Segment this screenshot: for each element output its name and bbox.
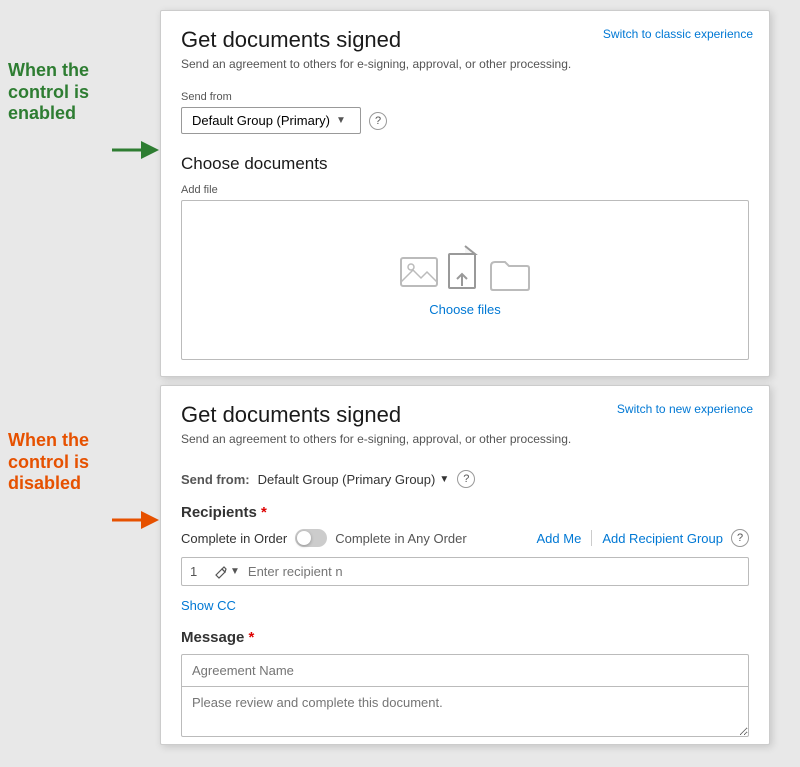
upload-icon [447,244,485,292]
agreement-name-input[interactable] [181,654,749,687]
panel-bottom: Get documents signed Send an agreement t… [160,385,770,745]
required-star-recipients: * [261,504,267,521]
add-recipient-group-link[interactable]: Add Recipient Group [602,531,723,546]
folder-icon [489,258,531,292]
complete-order-row: Complete in Order Complete in Any Order … [181,529,749,547]
send-from-row-bottom: Send from: Default Group (Primary Group)… [161,466,769,496]
recipient-type-icon[interactable]: ▼ [214,565,240,579]
separator-line [591,530,592,546]
arrow-enabled-icon [112,140,162,163]
add-file-section: Add file [161,180,769,376]
dropdown-chevron-bottom: ▼ [439,474,449,485]
send-from-dropdown-bottom[interactable]: Default Group (Primary Group) ▼ [258,472,450,487]
arrow-disabled-icon [112,510,162,533]
send-from-dropdown-top[interactable]: Default Group (Primary) ▼ [181,107,361,134]
pen-icon [214,565,228,579]
choose-documents-title: Choose documents [161,146,769,180]
panel-bottom-header: Get documents signed Send an agreement t… [161,386,769,466]
panel-top-subtitle: Send an agreement to others for e-signin… [181,57,749,71]
complete-order-label: Complete in Order [181,531,287,546]
add-me-link[interactable]: Add Me [537,531,582,546]
file-upload-icons [399,244,531,292]
image-icon [399,254,443,292]
complete-order-toggle[interactable] [295,529,327,547]
send-from-section-top: Send from Default Group (Primary) ▼ ? [161,91,769,146]
help-icon-recipients[interactable]: ? [731,529,749,547]
send-from-label-bottom: Send from: [181,472,250,487]
any-order-label: Complete in Any Order [335,531,467,546]
message-textarea[interactable] [181,687,749,737]
dropdown-chevron-top: ▼ [336,115,346,126]
add-file-label: Add file [181,184,749,196]
panel-top-header: Get documents signed Send an agreement t… [161,11,769,91]
toggle-knob [297,531,311,545]
recipient-number: 1 [190,564,206,579]
recipients-title: Recipients * [181,504,749,521]
recipient-chevron: ▼ [230,566,240,577]
recipient-row: 1 ▼ [181,557,749,586]
show-cc-link[interactable]: Show CC [161,598,769,621]
send-from-row-top: Default Group (Primary) ▼ ? [181,107,749,134]
switch-to-new-link[interactable]: Switch to new experience [617,402,753,416]
message-section: Message * [161,621,769,744]
annotation-disabled-label: When the control is disabled [8,430,89,495]
help-icon-top[interactable]: ? [369,112,387,130]
annotation-enabled-label: When the control is enabled [8,60,89,125]
required-star-message: * [249,629,255,646]
switch-to-classic-link[interactable]: Switch to classic experience [603,27,753,41]
recipients-section: Recipients * Complete in Order Complete … [161,496,769,598]
panel-bottom-subtitle: Send an agreement to others for e-signin… [181,432,749,446]
send-from-label-top: Send from [181,91,749,103]
recipient-input[interactable] [248,564,740,579]
help-icon-bottom[interactable]: ? [457,470,475,488]
panel-top: Get documents signed Send an agreement t… [160,10,770,377]
message-title: Message * [181,629,749,646]
choose-files-link[interactable]: Choose files [429,302,501,317]
file-upload-box[interactable]: Choose files [181,200,749,360]
